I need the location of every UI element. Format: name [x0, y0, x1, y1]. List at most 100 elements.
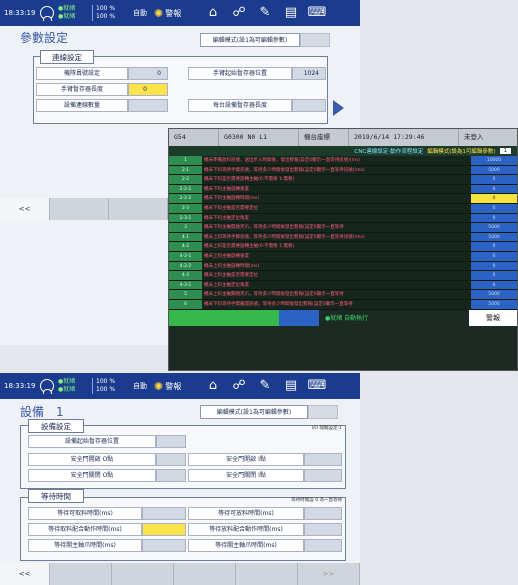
edit-icon[interactable]: ✎ — [252, 373, 278, 399]
cnc-step-value[interactable]: 0 — [471, 194, 517, 203]
link-icon[interactable]: ☍ — [226, 0, 252, 26]
spindle-override: 100 % — [96, 386, 116, 393]
wait-pick-action-value[interactable] — [142, 523, 186, 536]
door-open-i-value[interactable] — [304, 453, 342, 466]
link-icon[interactable]: ☍ — [226, 373, 252, 399]
cnc-step-id: 2-3-1 — [169, 213, 202, 223]
wait-open-chuck-value[interactable] — [142, 539, 186, 552]
edit-mode-value[interactable] — [308, 405, 338, 419]
login-status[interactable]: 未登入 — [459, 129, 517, 146]
nav-slot-2[interactable] — [109, 198, 168, 220]
wait-place-action-value[interactable] — [304, 523, 342, 536]
wait-time-legend: 等待時間 — [28, 489, 84, 503]
bottom-screen: 18:33:19 ●就緒 ●就緒 100 % 100 % 自動 ✺ 警報 ⌂ ☍ ✎ … — [0, 373, 360, 585]
cnc-step-value[interactable]: 0 — [471, 175, 517, 184]
ready-status-1: ●就緒 — [58, 378, 76, 385]
device-register-length-label: 每台設備暫存器長度 — [188, 99, 292, 112]
cnc-step-value[interactable]: 0 — [471, 203, 517, 213]
cnc-flow-row: 4-2-1 機床上料主軸旋轉速度 0 — [169, 251, 517, 262]
bottom-nav: << >> — [0, 563, 360, 585]
cnc-flow-row: 4-2 機床上料是否需要旋轉主軸(0:不需要 1:需要) 0 — [169, 242, 517, 252]
user-icon[interactable] — [40, 379, 54, 394]
wait-pick-value[interactable] — [142, 507, 186, 520]
cnc-step-id: 1 — [169, 156, 202, 165]
device-register-length-value[interactable] — [292, 99, 326, 112]
door-close-o-value[interactable] — [156, 469, 186, 482]
home-icon[interactable]: ⌂ — [200, 0, 226, 26]
cnc-step-value[interactable]: 10000 — [471, 156, 517, 165]
door-open-o-value[interactable] — [156, 453, 186, 466]
cnc-step-desc: 機床上料主軸定位角度 — [202, 280, 471, 290]
arm-start-register-value[interactable]: 1024 — [292, 67, 326, 80]
cnc-edit-mode-value[interactable]: 1 — [499, 148, 511, 154]
nav-slot-1[interactable] — [50, 563, 112, 585]
edit-mode-button[interactable]: 編輯模式(設1為可編輯參數) — [200, 33, 300, 47]
device-count-value[interactable] — [128, 99, 168, 112]
cnc-flow-row: 4-1 機床上料等待手臂訊號，等待多少時間後發出暫報(設定0顯示一直等待訊號)(m… — [169, 232, 517, 243]
nav-slot-2[interactable] — [112, 563, 174, 585]
cnc-step-value[interactable]: 0 — [471, 184, 517, 194]
cnc-flow-row: 4-2-2 機床上料主軸旋轉時間(ms) 0 — [169, 261, 517, 272]
edit-icon[interactable]: ✎ — [252, 0, 278, 26]
nav-slot-3[interactable] — [174, 563, 236, 585]
prev-page-button[interactable]: << — [0, 198, 50, 220]
cnc-step-value[interactable]: 5000 — [471, 290, 517, 299]
device-settings-legend: 設備設定 — [28, 419, 84, 433]
connection-settings-legend: 連線設定 — [40, 50, 94, 64]
user-icon[interactable] — [40, 6, 54, 21]
cnc-screen: G54 G0300 N0 L1 機台座標 2019/6/14 17:29:46 … — [168, 128, 518, 371]
home-icon[interactable]: ⌂ — [200, 373, 226, 399]
cnc-flow-row: 2-3-1 機床下料主軸定位角度 0 — [169, 213, 517, 224]
cnc-step-value[interactable]: 5000 — [471, 299, 517, 309]
wait-pick-label: 等待可取料時間(ms) — [28, 507, 142, 520]
cnc-flow-table: 1 機床準備放料訊號，送出步入時間後，發出暫報(設定0顯示一直等待訊號)(ms) 1… — [169, 156, 517, 310]
cnc-step-value[interactable]: 0 — [471, 271, 517, 280]
cnc-step-id: 4-2-2 — [169, 261, 202, 271]
next-page-button[interactable]: >> — [298, 563, 360, 585]
cnc-step-value[interactable]: 5000 — [471, 165, 517, 175]
nav-slot-1[interactable] — [50, 198, 109, 220]
cnc-step-id: 4-2-1 — [169, 251, 202, 261]
cnc-step-id: 4-3 — [169, 271, 202, 280]
keyboard-icon[interactable]: ⌨ — [304, 373, 330, 399]
prev-page-button[interactable]: << — [0, 563, 50, 585]
door-close-i-value[interactable] — [304, 469, 342, 482]
device-start-register-value[interactable] — [156, 435, 186, 448]
next-page-arrow-icon[interactable] — [333, 100, 344, 116]
alarm-indicator[interactable]: ✺ 警報 — [154, 7, 200, 20]
cnc-flow-row: 1 機床準備放料訊號，送出步入時間後，發出暫報(設定0顯示一直等待訊號)(ms) 1… — [169, 156, 517, 166]
cnc-step-value[interactable]: 0 — [471, 280, 517, 290]
cnc-step-desc: 機床下料等待手臂訊號，等待多少時間後發出暫報(設定0顯示一直等待訊號)(ms) — [202, 165, 471, 175]
nav-slot-4[interactable] — [236, 563, 298, 585]
keyboard-icon[interactable]: ⌨ — [304, 0, 330, 26]
edit-mode-value[interactable] — [300, 33, 330, 47]
wait-place-value[interactable] — [304, 507, 342, 520]
cnc-edit-mode[interactable]: 編輯模式(設為1可編輯參數) — [427, 147, 495, 155]
edit-mode-button[interactable]: 編輯模式(設1為可編輯參數) — [200, 405, 308, 419]
top-status-bar: 18:33:19 ●就緒 ●就緒 100 % 100 % 自動 ✺ 警報 ⌂ ☍ ✎ … — [0, 0, 360, 26]
files-icon[interactable]: ▤ — [278, 0, 304, 26]
cnc-footer: ●就緒 自動執行 警報 — [169, 309, 517, 326]
wait-place-label: 等待可放料時間(ms) — [188, 507, 304, 520]
arm-register-length-value[interactable]: 0 — [128, 83, 168, 96]
wait-close-chuck-value[interactable] — [304, 539, 342, 552]
team-id-value[interactable]: 0 — [128, 67, 168, 80]
cnc-step-value[interactable]: 0 — [471, 242, 517, 251]
cnc-step-id: 3 — [169, 223, 202, 232]
cnc-step-value[interactable]: 0 — [471, 251, 517, 261]
cnc-step-id: 2-1 — [169, 165, 202, 175]
cnc-step-id: 2-2-2 — [169, 194, 202, 203]
mode-auto: 自動 — [133, 382, 147, 390]
ready-status-2: ●就緒 — [58, 386, 76, 393]
cnc-step-desc: 機床下料主軸旋轉速度 — [202, 184, 471, 194]
cnc-alarm-button[interactable]: 警報 — [469, 309, 517, 326]
cnc-step-value[interactable]: 5000 — [471, 232, 517, 242]
cnc-step-value[interactable]: 5000 — [471, 223, 517, 232]
wait-place-action-label: 等待放料配合動作時間(ms) — [188, 523, 304, 536]
cnc-step-id: 2-2 — [169, 175, 202, 184]
alarm-indicator[interactable]: ✺ 警報 — [154, 380, 200, 393]
files-icon[interactable]: ▤ — [278, 373, 304, 399]
cnc-step-value[interactable]: 0 — [471, 261, 517, 271]
cnc-step-value[interactable]: 0 — [471, 213, 517, 223]
alarm-lamp-icon: ✺ — [154, 379, 164, 393]
